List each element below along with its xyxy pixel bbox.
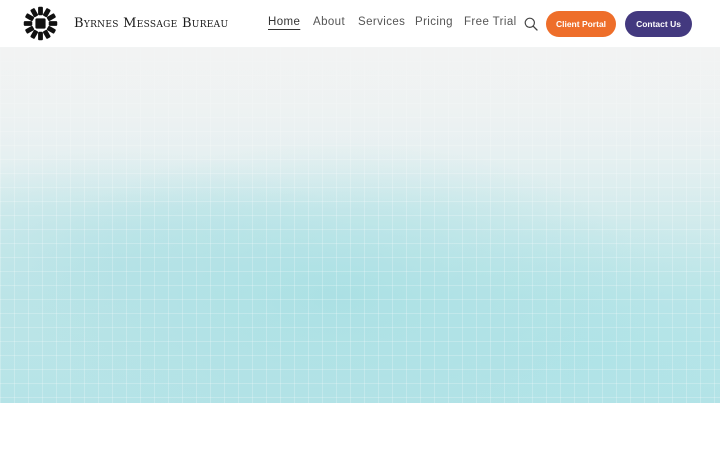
nav-home[interactable]: Home bbox=[268, 16, 300, 28]
nav-free-trial[interactable]: Free Trial bbox=[464, 16, 517, 28]
hero-banner bbox=[0, 47, 720, 403]
brand-name[interactable]: Byrnes Message Bureau bbox=[74, 16, 228, 31]
nav-pricing[interactable]: Pricing bbox=[415, 16, 453, 28]
sunburst-logo-icon[interactable] bbox=[22, 5, 59, 42]
contact-us-button[interactable]: Contact Us bbox=[625, 11, 692, 37]
hero-haze-overlay bbox=[0, 47, 720, 403]
content-area bbox=[0, 403, 720, 450]
search-icon[interactable] bbox=[524, 17, 538, 31]
nav-about[interactable]: About bbox=[313, 16, 345, 28]
logo-ray bbox=[23, 21, 33, 26]
client-portal-button[interactable]: Client Portal bbox=[546, 11, 616, 37]
logo-ray bbox=[38, 31, 43, 41]
logo-ray bbox=[38, 6, 43, 16]
logo-ray bbox=[48, 21, 58, 26]
nav-services[interactable]: Services bbox=[358, 16, 405, 28]
site-header: Byrnes Message Bureau Home About Service… bbox=[0, 0, 720, 47]
